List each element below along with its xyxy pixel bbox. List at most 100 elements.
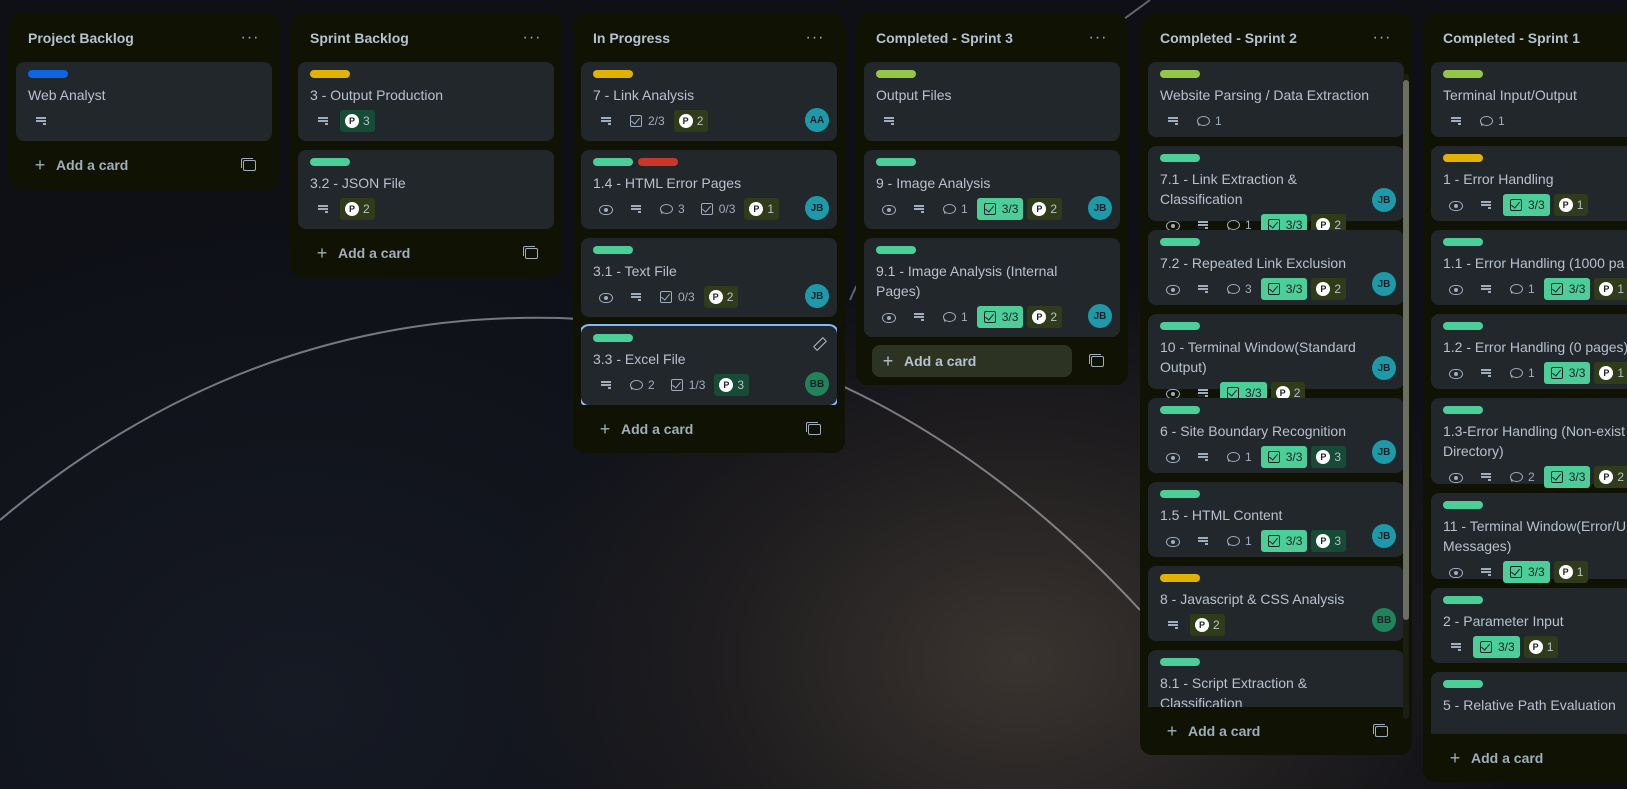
add-card-button[interactable]: + Add a card [589, 413, 797, 445]
checklist-count: 3/3 [1528, 198, 1545, 212]
card[interactable]: 9 - Image Analysis 1 3/3 P 2 JB [864, 150, 1120, 229]
label-green[interactable] [1443, 680, 1483, 688]
card[interactable]: 11 - Terminal Window(Error/U Messages) 3/… [1431, 493, 1627, 583]
list-title[interactable]: Completed - Sprint 2 [1160, 30, 1297, 46]
description-badge [906, 306, 932, 328]
member-avatar[interactable]: JB [1372, 524, 1396, 548]
card[interactable]: 3.1 - Text File 0/3 P 2 JB [581, 238, 837, 317]
card[interactable]: 1.3-Error Handling (Non-exist Directory)… [1431, 398, 1627, 488]
member-avatar[interactable]: AA [805, 108, 829, 132]
add-card-button[interactable]: + Add a card [1156, 715, 1364, 747]
description-badge [1473, 362, 1499, 384]
list-title[interactable]: Sprint Backlog [310, 30, 409, 46]
list-scrollbar-thumb[interactable] [1403, 80, 1409, 620]
label-green[interactable] [593, 246, 633, 254]
description-icon [598, 113, 614, 129]
checklist-icon [699, 201, 715, 217]
member-avatar[interactable]: JB [1088, 304, 1112, 328]
label-green[interactable] [593, 334, 633, 342]
create-from-template-icon[interactable] [514, 237, 546, 269]
card[interactable]: 7 - Link Analysis 2/3 P 2 AA [581, 62, 837, 141]
label-green[interactable] [1443, 596, 1483, 604]
add-card-label: Add a card [904, 353, 977, 369]
member-avatar[interactable]: JB [1372, 440, 1396, 464]
create-from-template-icon[interactable] [232, 149, 264, 181]
card[interactable]: 3 - Output Production P 3 [298, 62, 554, 141]
label-yellow[interactable] [1160, 574, 1200, 582]
list-title[interactable]: Completed - Sprint 1 [1443, 30, 1580, 46]
member-avatar[interactable]: JB [1372, 272, 1396, 296]
label-green[interactable] [1443, 238, 1483, 246]
member-avatar[interactable]: JB [805, 196, 829, 220]
comment-icon [1225, 533, 1241, 549]
label-green[interactable] [1443, 406, 1483, 414]
card[interactable]: 1.1 - Error Handling (1000 pa 1 3/3 P 1 [1431, 230, 1627, 305]
label-blue[interactable] [28, 70, 68, 78]
create-from-template-icon[interactable] [1080, 345, 1112, 377]
card[interactable]: 10 - Terminal Window(Standard Output) 3/3… [1148, 314, 1404, 404]
card[interactable]: 1.4 - HTML Error Pages 3 0/3 P 1 JB [581, 150, 837, 229]
card[interactable]: Web Analyst [16, 62, 272, 141]
card-badges: 2/3 P 2 [593, 109, 825, 133]
add-card-button[interactable]: + Add a card [24, 149, 232, 181]
card[interactable]: 8.1 - Script Extraction & Classification [1148, 650, 1404, 707]
list-title[interactable]: Completed - Sprint 3 [876, 30, 1013, 46]
label-lime[interactable] [876, 70, 916, 78]
card[interactable]: Terminal Input/Output 1 [1431, 62, 1627, 137]
card[interactable]: 7.2 - Repeated Link Exclusion 3 3/3 P 2 JB [1148, 230, 1404, 305]
add-card-button[interactable]: + Add a card [306, 237, 514, 269]
label-green[interactable] [1160, 658, 1200, 666]
create-from-template-icon[interactable] [1364, 715, 1396, 747]
create-from-template-icon[interactable] [797, 413, 829, 445]
card[interactable]: Output Files [864, 62, 1120, 141]
card[interactable]: 7.1 - Link Extraction & Classification 1 3… [1148, 146, 1404, 236]
member-avatar[interactable]: BB [805, 372, 829, 396]
card[interactable]: Website Parsing / Data Extraction 1 [1148, 62, 1404, 137]
label-green[interactable] [1160, 238, 1200, 246]
label-lime[interactable] [1160, 70, 1200, 78]
card[interactable]: 8 - Javascript & CSS Analysis P 2 BB [1148, 566, 1404, 641]
list-menu-icon[interactable]: ··· [801, 29, 829, 47]
label-yellow[interactable] [1443, 154, 1483, 162]
label-yellow[interactable] [310, 70, 350, 78]
member-avatar[interactable]: JB [1372, 356, 1396, 380]
card[interactable]: 1.5 - HTML Content 1 3/3 P 3 JB [1148, 482, 1404, 557]
checklist-badge: 2/3 [623, 110, 670, 132]
card[interactable]: 3.3 - Excel File 2 1/3 P 3 BB [581, 326, 837, 405]
label-lime[interactable] [1443, 70, 1483, 78]
card[interactable]: 9.1 - Image Analysis (Internal Pages) 1 3/… [864, 238, 1120, 337]
label-green[interactable] [876, 158, 916, 166]
add-card-button[interactable]: + Add a card [1439, 742, 1627, 774]
list-title[interactable]: In Progress [593, 30, 670, 46]
card[interactable]: 3.2 - JSON File P 2 [298, 150, 554, 229]
card[interactable]: 2 - Parameter Input 3/3 P 1 [1431, 588, 1627, 663]
label-green[interactable] [310, 158, 350, 166]
member-avatar[interactable]: BB [1372, 608, 1396, 632]
add-card-button[interactable]: + Add a card [872, 345, 1072, 377]
list-menu-icon[interactable]: ··· [1084, 29, 1112, 47]
member-avatar[interactable]: JB [1088, 196, 1112, 220]
label-red[interactable] [638, 158, 678, 166]
card[interactable]: 6 - Site Boundary Recognition 1 3/3 P 3 JB [1148, 398, 1404, 473]
label-green[interactable] [593, 158, 633, 166]
card[interactable]: 5 - Relative Path Evaluation [1431, 672, 1627, 734]
card[interactable]: 1.2 - Error Handling (0 pages) 1 3/3 P 1 [1431, 314, 1627, 389]
list-menu-icon[interactable]: ··· [518, 29, 546, 47]
member-avatar[interactable]: JB [1372, 188, 1396, 212]
list-menu-icon[interactable]: ··· [1368, 29, 1396, 47]
label-green[interactable] [1443, 322, 1483, 330]
list-title[interactable]: Project Backlog [28, 30, 134, 46]
label-green[interactable] [876, 246, 916, 254]
label-green[interactable] [1160, 154, 1200, 162]
edit-pencil-icon[interactable] [811, 336, 827, 352]
label-green[interactable] [1160, 322, 1200, 330]
member-avatar[interactable]: JB [805, 284, 829, 308]
list-menu-icon[interactable]: ··· [236, 29, 264, 47]
card[interactable]: 1 - Error Handling 3/3 P 1 [1431, 146, 1627, 221]
label-green[interactable] [1160, 406, 1200, 414]
label-green[interactable] [1443, 501, 1483, 509]
eye-icon [1448, 281, 1464, 297]
label-yellow[interactable] [593, 70, 633, 78]
card-title: 1.4 - HTML Error Pages [593, 175, 742, 191]
label-green[interactable] [1160, 490, 1200, 498]
